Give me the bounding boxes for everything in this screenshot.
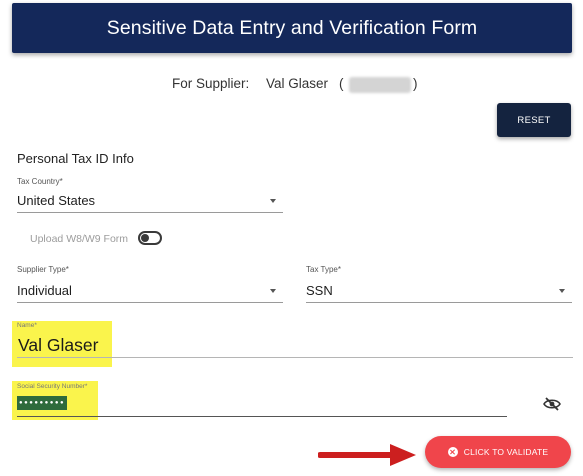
section-title: Personal Tax ID Info [17, 151, 134, 166]
supplier-paren-close: ) [413, 76, 418, 91]
name-underline [17, 357, 573, 358]
tax-country-select[interactable]: United States [17, 190, 283, 214]
supplier-type-value: Individual [17, 283, 72, 298]
supplier-type-underline [17, 302, 283, 303]
name-input[interactable]: Val Glaser [17, 333, 573, 359]
tax-country-label: Tax Country* [17, 177, 63, 186]
form-title: Sensitive Data Entry and Verification Fo… [106, 16, 478, 39]
red-arrow [317, 441, 418, 469]
upload-form-label: Upload W8/W9 Form [30, 233, 129, 245]
tax-country-underline [17, 212, 283, 213]
redacted-supplier-id [349, 77, 411, 93]
tax-type-value: SSN [306, 283, 333, 298]
validate-button-label: CLICK TO VALIDATE [463, 447, 549, 457]
close-circle-icon [447, 447, 458, 457]
tax-type-label: Tax Type* [306, 265, 341, 274]
ssn-input[interactable]: ●●●●●●●●● [17, 396, 507, 418]
supplier-type-label: Supplier Type* [17, 265, 69, 274]
reset-button[interactable]: RESET [497, 103, 571, 137]
tax-country-value: United States [17, 193, 96, 208]
toggle-knob [141, 234, 149, 242]
tax-type-select[interactable]: SSN [306, 280, 572, 304]
name-value: Val Glaser [18, 335, 99, 355]
supplier-label: For Supplier: [172, 76, 250, 91]
supplier-name: Val Glaser [266, 76, 329, 91]
form-header: Sensitive Data Entry and Verification Fo… [12, 3, 572, 53]
tax-type-underline [306, 302, 572, 303]
ssn-value: ●●●●●●●●● [17, 396, 68, 410]
chevron-down-icon [270, 199, 276, 203]
ssn-label: Social Security Number* [17, 383, 88, 390]
chevron-down-icon [270, 289, 276, 293]
supplier-type-select[interactable]: Individual [17, 280, 283, 304]
chevron-down-icon [559, 289, 565, 293]
click-to-validate-button[interactable]: CLICK TO VALIDATE [425, 436, 571, 468]
ssn-underline [17, 416, 507, 417]
upload-form-toggle[interactable] [138, 231, 162, 245]
supplier-paren-open: ( [339, 76, 344, 91]
eye-off-icon[interactable] [543, 397, 561, 411]
supplier-info: For Supplier: Val Glaser ( ) [0, 74, 583, 96]
name-label: Name* [17, 322, 37, 329]
